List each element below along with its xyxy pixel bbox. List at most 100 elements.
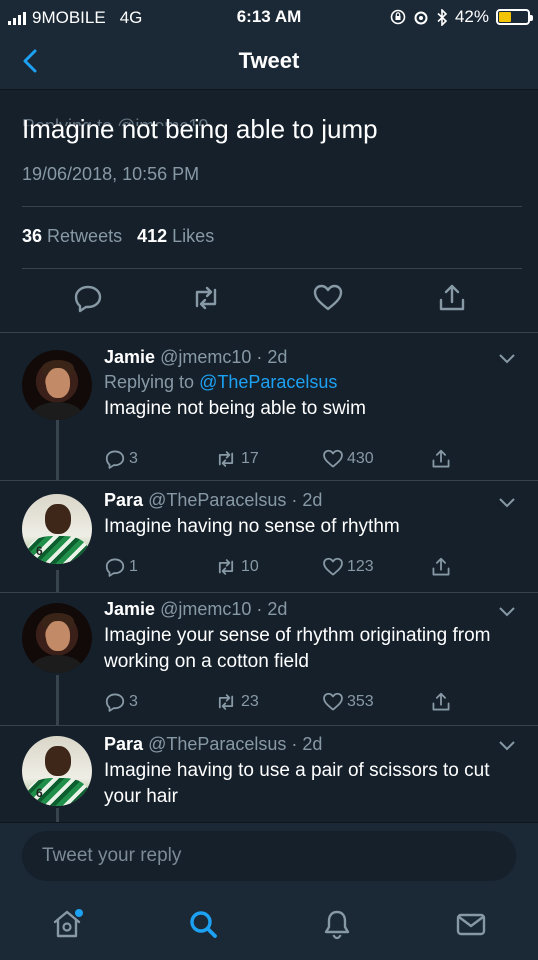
page-title: Tweet: [238, 48, 300, 73]
thread-line: [56, 808, 59, 822]
battery-icon: [496, 9, 533, 25]
share-action[interactable]: [430, 448, 452, 470]
main-tweet-actions: [0, 282, 538, 322]
display-name[interactable]: Jamie: [104, 599, 155, 619]
chevron-down-icon[interactable]: [498, 353, 516, 365]
display-name[interactable]: Jamie: [104, 347, 155, 367]
like-icon[interactable]: [322, 691, 344, 713]
divider: [0, 725, 538, 726]
retweet-icon[interactable]: [214, 691, 238, 713]
reply-text: Imagine your sense of rhythm originating…: [104, 625, 491, 672]
retweet-icon[interactable]: [214, 448, 238, 470]
like-icon[interactable]: [322, 556, 344, 578]
reply-text: Imagine not being able to swim: [104, 398, 366, 419]
avatar[interactable]: [22, 350, 92, 420]
retweets-count[interactable]: 36: [22, 226, 42, 246]
display-name[interactable]: Para: [104, 734, 143, 754]
thread-line: [56, 570, 59, 592]
home-icon[interactable]: [50, 907, 84, 941]
reply-header: Para @TheParacelsus · 2d: [104, 490, 516, 511]
reply-action[interactable]: 1: [104, 556, 138, 578]
reply-header: Jamie @jmemc10 · 2d: [104, 599, 516, 620]
reply-count: 3: [129, 693, 138, 710]
search-icon[interactable]: [186, 907, 220, 941]
divider: [0, 592, 538, 593]
divider: [22, 268, 522, 269]
handle[interactable]: @TheParacelsus: [148, 734, 286, 754]
reply-tweet[interactable]: Jamie @jmemc10 · 2d Replying to @ThePara…: [104, 347, 516, 422]
main-tweet-date: 19/06/2018, 10:56 PM: [22, 164, 200, 184]
handle[interactable]: @jmemc10: [160, 347, 251, 367]
retweet-action[interactable]: 23: [214, 691, 259, 713]
timestamp: · 2d: [291, 734, 323, 754]
avatar[interactable]: 6: [22, 494, 92, 564]
bottom-bar: [0, 822, 538, 960]
nav-bar: Tweet Replying to @jmemc10: [0, 34, 538, 126]
avatar[interactable]: [22, 603, 92, 673]
reply-text: Imagine having to use a pair of scissors…: [104, 760, 490, 807]
reply-actions: 3 23 353: [104, 691, 464, 715]
share-action[interactable]: [430, 556, 452, 578]
likes-count[interactable]: 412: [137, 226, 167, 246]
retweets-label[interactable]: Retweets: [47, 226, 122, 246]
reply-count: 3: [129, 450, 138, 467]
like-action[interactable]: 353: [322, 691, 374, 713]
replying-to: Replying to @TheParacelsus: [104, 372, 516, 393]
replying-to-label: Replying to: [104, 372, 195, 392]
share-action[interactable]: [430, 691, 452, 713]
reply-input[interactable]: [22, 831, 516, 881]
battery-percent: 42%: [454, 7, 489, 26]
reply-icon[interactable]: [104, 691, 126, 713]
share-icon[interactable]: [436, 282, 468, 314]
share-icon[interactable]: [430, 691, 452, 713]
like-count: 123: [347, 558, 374, 575]
handle[interactable]: @jmemc10: [160, 599, 251, 619]
bluetooth-icon: [437, 8, 448, 26]
reply-tweet[interactable]: Jamie @jmemc10 · 2d Imagine your sense o…: [104, 599, 516, 675]
chevron-down-icon[interactable]: [498, 606, 516, 618]
main-tweet: Imagine not being able to jump 19/06/201…: [22, 112, 522, 185]
display-name[interactable]: Para: [104, 490, 143, 510]
share-icon[interactable]: [430, 556, 452, 578]
like-action[interactable]: 123: [322, 556, 374, 578]
like-icon[interactable]: [322, 448, 344, 470]
status-right: 42%: [390, 7, 533, 27]
retweet-count: 17: [241, 450, 259, 467]
reply-actions: 1 10 123: [104, 556, 464, 580]
retweet-icon[interactable]: [190, 282, 222, 314]
avatar[interactable]: 6: [22, 736, 92, 806]
retweet-action[interactable]: 10: [214, 556, 259, 578]
reply-icon[interactable]: [104, 448, 126, 470]
reply-header: Jamie @jmemc10 · 2d: [104, 347, 516, 368]
thread-line: [56, 420, 59, 480]
retweet-action[interactable]: 17: [214, 448, 259, 470]
like-count: 353: [347, 693, 374, 710]
retweet-count: 10: [241, 558, 259, 575]
chevron-down-icon[interactable]: [498, 740, 516, 752]
reply-action[interactable]: 3: [104, 448, 138, 470]
handle[interactable]: @TheParacelsus: [148, 490, 286, 510]
replying-to-handle[interactable]: @TheParacelsus: [199, 372, 337, 392]
like-icon[interactable]: [312, 282, 344, 314]
like-action[interactable]: 430: [322, 448, 374, 470]
likes-label[interactable]: Likes: [172, 226, 214, 246]
tweet-stats: 36 Retweets 412 Likes: [22, 226, 214, 247]
reply-action[interactable]: 3: [104, 691, 138, 713]
reply-icon[interactable]: [104, 556, 126, 578]
like-count: 430: [347, 450, 374, 467]
retweet-icon[interactable]: [214, 556, 238, 578]
timestamp: · 2d: [291, 490, 323, 510]
notifications-icon[interactable]: [320, 907, 354, 941]
retweet-count: 23: [241, 693, 259, 710]
reply-icon[interactable]: [72, 282, 104, 314]
alarm-icon: [414, 11, 428, 25]
reply-tweet[interactable]: Para @TheParacelsus · 2d Imagine having …: [104, 490, 516, 540]
main-tweet-text: Imagine not being able to jump: [22, 114, 378, 144]
messages-icon[interactable]: [454, 907, 488, 941]
reply-text: Imagine having no sense of rhythm: [104, 516, 400, 537]
chevron-down-icon[interactable]: [498, 497, 516, 509]
share-icon[interactable]: [430, 448, 452, 470]
reply-tweet[interactable]: Para @TheParacelsus · 2d Imagine having …: [104, 734, 516, 810]
status-bar: 9MOBILE 4G 6:13 AM 42%: [0, 0, 538, 34]
divider: [0, 332, 538, 333]
